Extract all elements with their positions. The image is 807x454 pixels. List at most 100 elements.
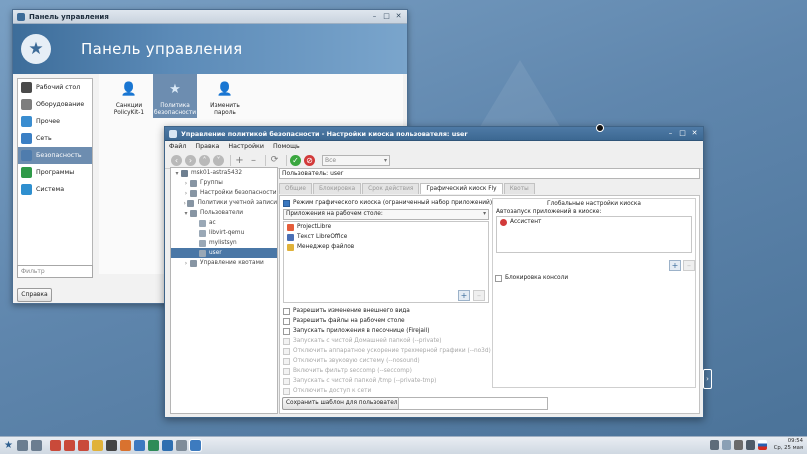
help-button[interactable]: Справка: [17, 288, 52, 302]
autostart-item-label: Ассистент: [510, 219, 542, 225]
menu-item[interactable]: Настройки: [228, 143, 264, 150]
app-list-item[interactable]: Текст LibreOffice: [284, 232, 488, 242]
global-settings-title: Глобальные настройки киоска: [547, 201, 641, 207]
save-template-button[interactable]: Сохранить шаблон для пользователя:: [282, 397, 407, 410]
minimize-icon[interactable]: –: [370, 12, 379, 21]
apply-icon[interactable]: ✓: [290, 154, 301, 166]
remove-icon[interactable]: –: [248, 155, 259, 166]
taskbar-app-red-2[interactable]: [64, 440, 75, 451]
terminal-icon[interactable]: [106, 440, 117, 451]
clock-time: 09:54: [787, 438, 803, 444]
sidebar-item[interactable]: Прочее: [18, 113, 92, 130]
taskbar-app-red-3[interactable]: [78, 440, 89, 451]
tile-security-policy[interactable]: ★ Политика безопасности: [153, 74, 197, 118]
tile-label: Изменить пароль: [210, 103, 240, 116]
filter-select[interactable]: Все ▾: [322, 154, 390, 166]
close-icon[interactable]: ✕: [394, 12, 403, 21]
up-icon[interactable]: ˄: [199, 154, 210, 166]
options-list: Разрешить изменение внешнего вида Разреши…: [283, 306, 491, 396]
tree-item[interactable]: › Политики учетной записи: [171, 198, 277, 208]
settings-icon[interactable]: [176, 440, 187, 451]
sidebar-item[interactable]: Система: [18, 181, 92, 198]
checkbox-icon: [283, 387, 290, 395]
apps-combo[interactable]: Приложения на рабочем столе: ▾: [283, 209, 489, 220]
checkbox-icon: [283, 307, 290, 315]
refresh-icon[interactable]: ⟳: [269, 155, 280, 166]
tab-item[interactable]: Общие: [279, 183, 312, 194]
minimize-icon[interactable]: –: [666, 129, 675, 138]
tile-policykit[interactable]: 👤 Санкции PolicyKit-1: [107, 74, 151, 117]
menu-item[interactable]: Файл: [169, 143, 186, 150]
option-checkbox[interactable]: Разрешить файлы на рабочем столе: [283, 316, 489, 326]
tree-item[interactable]: user: [171, 248, 277, 258]
start-menu-icon[interactable]: ★: [3, 440, 14, 451]
tree-item[interactable]: › Настройки безопасности: [171, 188, 277, 198]
user-icon[interactable]: [722, 440, 731, 450]
add-app-button[interactable]: +: [458, 290, 470, 301]
tab-item[interactable]: Срок действия: [362, 183, 420, 194]
app-list-item[interactable]: ProjectLibre: [284, 222, 488, 232]
browser-icon[interactable]: [162, 440, 173, 451]
desktop-switch-icon-2[interactable]: [31, 440, 42, 451]
tree-expander-icon[interactable]: ▾: [182, 210, 190, 217]
desktop-switch-icon[interactable]: [17, 440, 28, 451]
add-autostart-button[interactable]: +: [669, 260, 681, 271]
taskbar-app-red[interactable]: [50, 440, 61, 451]
sidebar-item[interactable]: Сеть: [18, 130, 92, 147]
tree-item[interactable]: ac: [171, 218, 277, 228]
menu-item[interactable]: Правка: [195, 143, 219, 150]
option-checkbox[interactable]: Запускать приложения в песочнице (Fireja…: [283, 326, 489, 336]
back-icon[interactable]: ‹: [171, 154, 182, 166]
security-taskbar-icon[interactable]: [189, 439, 202, 452]
control-panel-titlebar[interactable]: Панель управления – □ ✕: [13, 10, 407, 24]
battery-icon[interactable]: [734, 440, 743, 450]
office-icon[interactable]: [120, 440, 131, 451]
cancel-icon[interactable]: ⊘: [304, 154, 315, 166]
close-icon[interactable]: ✕: [690, 129, 699, 138]
tile-change-password[interactable]: 👤 Изменить пароль: [203, 74, 247, 117]
add-icon[interactable]: +: [234, 155, 245, 166]
tree-item[interactable]: ▾ Пользователи: [171, 208, 277, 218]
maximize-icon[interactable]: □: [678, 129, 687, 138]
tree-expander-icon[interactable]: ▾: [173, 170, 181, 177]
filter-input[interactable]: Фильтр: [17, 265, 93, 278]
tree-item[interactable]: › Группы: [171, 178, 277, 188]
autostart-item[interactable]: Ассистент: [497, 217, 691, 227]
app-list-item[interactable]: Менеджер файлов: [284, 242, 488, 252]
option-checkbox[interactable]: Разрешить изменение внешнего вида: [283, 306, 489, 316]
network-icon[interactable]: [710, 440, 719, 450]
forward-icon[interactable]: ›: [185, 154, 196, 166]
remove-autostart-button[interactable]: –: [683, 260, 695, 271]
menu-item[interactable]: Помощь: [273, 143, 300, 150]
tree-expander-icon[interactable]: ›: [182, 180, 190, 187]
console-lock-checkbox[interactable]: Блокировка консоли: [495, 273, 568, 283]
tab-item[interactable]: Блокировка: [312, 183, 362, 194]
security-window-titlebar[interactable]: Управление политикой безопасности - Наст…: [165, 127, 703, 141]
tree-expander-icon[interactable]: ›: [182, 260, 190, 267]
sidebar-item[interactable]: Рабочий стол: [18, 79, 92, 96]
tree-item-label: Настройки безопасности: [200, 190, 277, 196]
tab-item[interactable]: Графический киоск Fly: [420, 183, 503, 194]
remove-app-button[interactable]: –: [473, 290, 485, 301]
folder-icon[interactable]: [92, 440, 103, 451]
sidebar-item[interactable]: Оборудование: [18, 96, 92, 113]
clock[interactable]: 09:54 Ср, 25 мая: [774, 438, 803, 452]
tree-expander-icon[interactable]: ›: [182, 190, 190, 197]
tree-item[interactable]: mylistsyn: [171, 238, 277, 248]
tree-item[interactable]: ▾ msk01-astra5432: [171, 168, 277, 178]
language-flag-icon[interactable]: [758, 440, 767, 450]
tree-item[interactable]: › Управление квотами: [171, 258, 277, 268]
sidebar-item[interactable]: Безопасность: [18, 147, 92, 164]
down-icon[interactable]: ˅: [213, 154, 224, 166]
kiosk-mode-checkbox[interactable]: Режим графического киоска (ограниченный …: [283, 198, 492, 208]
calendar-icon[interactable]: [148, 440, 159, 451]
maximize-icon[interactable]: □: [382, 12, 391, 21]
tree-item[interactable]: libvirt-qemu: [171, 228, 277, 238]
save-template-input[interactable]: [398, 397, 548, 410]
volume-icon[interactable]: [746, 440, 755, 450]
side-panel-handle[interactable]: ›: [703, 369, 712, 389]
sidebar-item[interactable]: Программы: [18, 164, 92, 181]
mail-icon[interactable]: [134, 440, 145, 451]
tab-item[interactable]: Квоты: [503, 183, 535, 194]
app-icon: [287, 223, 294, 231]
